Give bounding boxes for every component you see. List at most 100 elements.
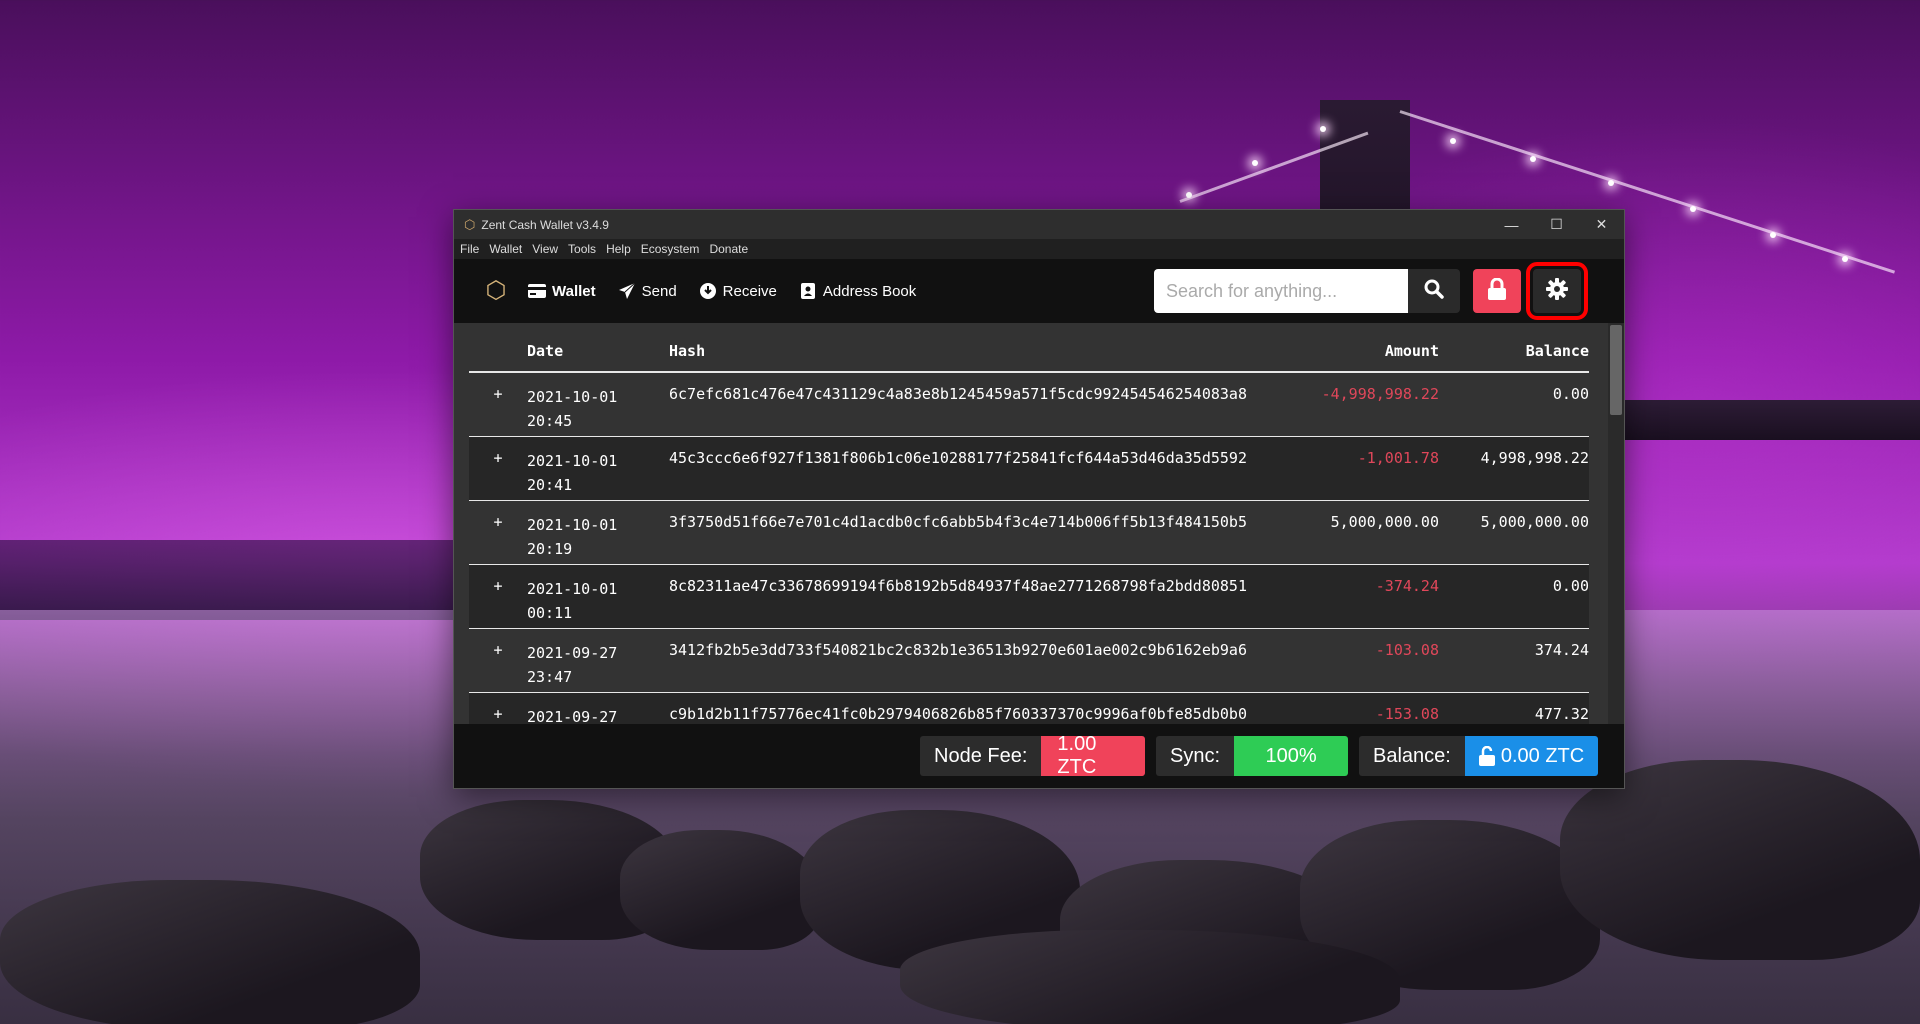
desktop-bridge-light [1690,206,1696,212]
nav-wallet-label: Wallet [552,282,596,300]
row-datetime: 2021-10-01 20:45 [527,385,669,433]
download-circle-icon [699,282,717,300]
row-hash[interactable]: 45c3ccc6e6f927f1381f806b1c06e10288177f25… [669,449,1289,467]
row-time: 00:11 [527,604,573,622]
nav-receive-label: Receive [722,282,777,300]
menu-ecosystem[interactable]: Ecosystem [641,242,700,256]
header-amount[interactable]: Amount [1289,342,1439,360]
row-expand-button[interactable]: + [469,705,527,723]
header-hash[interactable]: Hash [669,342,1289,360]
row-hash[interactable]: 8c82311ae47c33678699194f6b8192b5d84937f4… [669,577,1289,595]
search-bar [1154,269,1460,313]
vertical-scrollbar[interactable] [1608,323,1624,724]
window-controls: — ☐ ✕ [1489,210,1624,239]
row-time: 20:19 [527,540,573,558]
paper-plane-icon [618,282,636,300]
nav-send[interactable]: Send [618,282,677,300]
row-date: 2021-10-01 [527,452,618,470]
transactions-table: Date Hash Amount Balance + 2021-10-01 20:… [469,331,1589,724]
nav-send-label: Send [641,282,677,300]
sync-status: Sync: 100% [1156,736,1349,776]
menu-tools[interactable]: Tools [568,242,596,256]
table-row[interactable]: + 2021-09-27 c9b1d2b11f75776ec41fc0b2979… [469,693,1589,724]
header-balance[interactable]: Balance [1439,342,1589,360]
row-expand-button[interactable]: + [469,513,527,531]
row-balance: 5,000,000.00 [1480,513,1589,531]
desktop-rock [900,930,1400,1024]
settings-button[interactable] [1526,262,1588,320]
row-datetime: 2021-09-27 23:47 [527,641,669,689]
desktop-rock [1560,760,1920,960]
row-datetime: 2021-10-01 00:11 [527,577,669,625]
row-balance: 374.24 [1534,641,1589,659]
row-hash[interactable]: 3412fb2b5e3dd733f540821bc2c832b1e36513b9… [669,641,1289,659]
row-date: 2021-09-27 [527,708,618,724]
row-balance: 0.00 [1552,385,1589,403]
menu-file[interactable]: File [460,242,479,256]
desktop-rock [620,830,820,950]
row-datetime: 2021-09-27 [527,705,669,724]
navbar: ⬡ Wallet Send Receive Address Book [454,259,1624,323]
table-header: Date Hash Amount Balance [469,331,1589,373]
app-hexagon-icon: ⬡ [464,216,476,232]
row-time: 20:41 [527,476,573,494]
table-row[interactable]: + 2021-10-01 20:45 6c7efc681c476e47c43112… [469,373,1589,437]
table-row[interactable]: + 2021-10-01 20:41 45c3ccc6e6f927f1381f80… [469,437,1589,501]
sync-value: 100% [1234,736,1349,776]
menu-wallet[interactable]: Wallet [489,242,522,256]
search-button[interactable] [1408,269,1460,313]
row-balance: 4,998,998.22 [1480,449,1589,467]
row-time: 20:45 [527,412,573,430]
row-hash[interactable]: c9b1d2b11f75776ec41fc0b2979406826b85f760… [669,705,1289,723]
table-row[interactable]: + 2021-10-01 20:19 3f3750d51f66e7e701c4d1… [469,501,1589,565]
row-expand-button[interactable]: + [469,449,527,467]
menubar: File Wallet View Tools Help Ecosystem Do… [454,239,1624,259]
row-datetime: 2021-10-01 20:19 [527,513,669,561]
menu-help[interactable]: Help [606,242,631,256]
transactions-panel: Date Hash Amount Balance + 2021-10-01 20:… [454,323,1624,724]
sync-label: Sync: [1156,736,1235,776]
status-footer: Node Fee: 1.00 ZTC Sync: 100% Balance: 0… [454,724,1624,788]
wallet-card-icon [528,282,546,300]
maximize-button[interactable]: ☐ [1534,210,1579,239]
window-titlebar[interactable]: ⬡ Zent Cash Wallet v3.4.9 — ☐ ✕ [454,210,1624,239]
row-expand-button[interactable]: + [469,577,527,595]
row-amount: -103.08 [1375,641,1439,659]
lock-icon [1487,277,1507,305]
row-date: 2021-10-01 [527,388,618,406]
row-balance: 477.32 [1534,705,1589,723]
table-row[interactable]: + 2021-10-01 00:11 8c82311ae47c3367869919… [469,565,1589,629]
row-expand-button[interactable]: + [469,641,527,659]
lock-wallet-button[interactable] [1473,269,1521,313]
address-book-icon [799,282,817,300]
node-fee-status: Node Fee: 1.00 ZTC [920,736,1146,776]
scrollbar-thumb[interactable] [1610,325,1622,415]
menu-view[interactable]: View [532,242,558,256]
node-fee-value: 1.00 ZTC [1041,736,1146,776]
nav-receive[interactable]: Receive [699,282,777,300]
nav-wallet[interactable]: Wallet [528,282,596,300]
row-hash[interactable]: 3f3750d51f66e7e701c4d1acdb0cfc6abb5b4f3c… [669,513,1289,531]
zent-hexagon-icon[interactable]: ⬡ [484,279,508,303]
window-title: Zent Cash Wallet v3.4.9 [481,217,609,232]
close-button[interactable]: ✕ [1579,210,1624,239]
header-date[interactable]: Date [527,339,669,363]
unlock-icon [1478,746,1495,766]
menu-donate[interactable]: Donate [709,242,748,256]
row-amount: 5,000,000.00 [1330,513,1439,531]
row-amount: -153.08 [1375,705,1439,723]
balance-value: 0.00 ZTC [1500,744,1585,767]
row-time: 23:47 [527,668,573,686]
row-hash[interactable]: 6c7efc681c476e47c431129c4a83e8b1245459a5… [669,385,1289,403]
row-expand-button[interactable]: + [469,385,527,403]
nav-address-book[interactable]: Address Book [799,282,916,300]
table-row[interactable]: + 2021-09-27 23:47 3412fb2b5e3dd733f54082… [469,629,1589,693]
search-input[interactable] [1154,269,1408,313]
search-icon [1424,279,1444,304]
desktop-bridge-light [1252,160,1258,166]
gear-icon [1546,277,1568,305]
balance-value-box[interactable]: 0.00 ZTC [1464,736,1599,776]
row-balance: 0.00 [1552,577,1589,595]
minimize-button[interactable]: — [1489,210,1534,239]
row-amount: -4,998,998.22 [1321,385,1439,403]
